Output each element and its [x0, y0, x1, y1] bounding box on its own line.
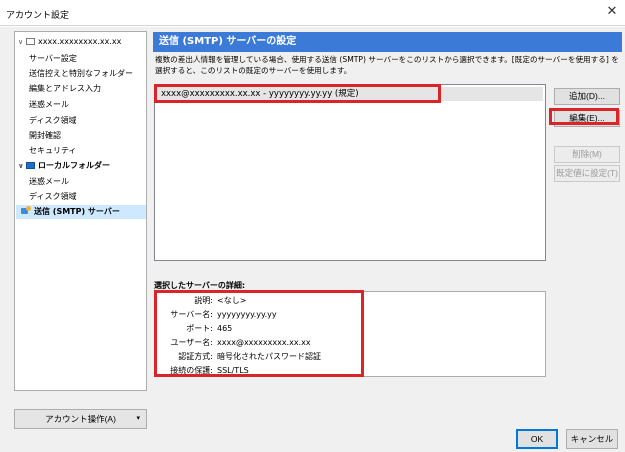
- remove-button[interactable]: 削除(M): [554, 146, 620, 163]
- chevron-down-icon: ▾: [136, 415, 140, 422]
- panel-title: 送信 (SMTP) サーバーの設定: [153, 32, 622, 52]
- detail-value: xxxx@xxxxxxxxx.xx.xx: [217, 338, 311, 347]
- ok-button[interactable]: OK: [516, 429, 558, 449]
- tree-item-smtp-server[interactable]: 送信 (SMTP) サーバー: [16, 205, 146, 219]
- detail-row-connection-security: 接続の保護: SSL/TLS: [155, 364, 547, 377]
- detail-label: 認証方式:: [178, 352, 213, 361]
- tree-item-security[interactable]: セキュリティ: [15, 144, 77, 158]
- detail-value: 465: [217, 324, 233, 333]
- detail-row-server-name: サーバー名: yyyyyyyy.yy.yy: [155, 308, 547, 321]
- local-folders-icon: [26, 162, 35, 169]
- panel-description: 複数の差出人情報を管理している場合、使用する送信 (SMTP) サーバーをこのリ…: [155, 55, 619, 75]
- window-title: アカウント設定: [6, 11, 70, 21]
- list-item[interactable]: xxxx@xxxxxxxxx.xx.xx - yyyyyyyy.yy.yy (規…: [157, 87, 543, 101]
- tree-item-composition[interactable]: 編集とアドレス入力: [15, 82, 101, 96]
- detail-row-auth-method: 認証方式: 暗号化されたパスワード認証: [155, 350, 547, 363]
- cancel-button[interactable]: キャンセル: [566, 429, 618, 449]
- tree-item-return-receipts[interactable]: 開封確認: [15, 129, 61, 143]
- tree-item-label: ディスク領域: [29, 192, 77, 201]
- account-actions-label: アカウント操作(A): [45, 414, 116, 424]
- detail-value: 暗号化されたパスワード認証: [217, 352, 321, 361]
- tree-item-local-disk-space[interactable]: ディスク領域: [15, 190, 76, 204]
- tree-item-label: 編集とアドレス入力: [29, 84, 101, 93]
- tree-item-local-junk[interactable]: 迷惑メール: [15, 175, 69, 189]
- tree-item-label: サーバー設定: [29, 54, 77, 63]
- tree-item-label: 送信 (SMTP) サーバー: [34, 207, 120, 216]
- detail-label: サーバー名:: [170, 310, 213, 319]
- tree-item-label: 迷惑メール: [29, 100, 69, 109]
- detail-value: yyyyyyyy.yy.yy: [217, 310, 277, 319]
- dialog-body: ∨ xxxx.xxxxxxxx.xx.xx サーバー設定 送信控えと特別なフォルダ…: [0, 27, 625, 452]
- tree-item-label: 送信控えと特別なフォルダー: [29, 69, 133, 78]
- details-title: 選択したサーバーの詳細:: [154, 281, 246, 290]
- tree-item-label: 開封確認: [29, 131, 61, 140]
- detail-label: 接続の保護:: [170, 366, 213, 375]
- chevron-down-icon[interactable]: ∨: [18, 159, 26, 173]
- set-default-button[interactable]: 既定値に設定(T): [554, 165, 620, 182]
- tree-item-copies-folders[interactable]: 送信控えと特別なフォルダー: [15, 67, 133, 81]
- smtp-server-icon: [21, 206, 31, 215]
- chevron-down-icon[interactable]: ∨: [18, 35, 26, 49]
- smtp-server-list[interactable]: xxxx@xxxxxxxxx.xx.xx - yyyyyyyy.yy.yy (規…: [154, 84, 546, 261]
- tree-item-label: ディスク領域: [29, 116, 77, 125]
- tree-item-server-settings[interactable]: サーバー設定: [15, 52, 77, 66]
- tree-item-disk-space[interactable]: ディスク領域: [15, 114, 76, 128]
- detail-label: 説明:: [194, 296, 213, 305]
- tree-item-local-folders[interactable]: ∨ ローカルフォルダー: [15, 159, 110, 173]
- add-button[interactable]: 追加(D)...: [554, 88, 620, 105]
- tree-item-junk[interactable]: 迷惑メール: [15, 98, 69, 112]
- detail-label: ユーザー名:: [170, 338, 213, 347]
- tree-item-account[interactable]: ∨ xxxx.xxxxxxxx.xx.xx: [15, 35, 121, 49]
- tree-item-label: ローカルフォルダー: [38, 161, 110, 170]
- title-bar: アカウント設定 ✕: [0, 0, 625, 26]
- account-actions-button[interactable]: アカウント操作(A) ▾: [14, 409, 147, 429]
- tree-item-label: 迷惑メール: [29, 177, 69, 186]
- mail-account-icon: [26, 38, 35, 45]
- detail-row-port: ポート: 465: [155, 322, 547, 335]
- close-icon[interactable]: ✕: [603, 3, 621, 21]
- tree-item-label: xxxx.xxxxxxxx.xx.xx: [38, 37, 122, 46]
- detail-row-username: ユーザー名: xxxx@xxxxxxxxx.xx.xx: [155, 336, 547, 349]
- detail-value: <なし>: [217, 296, 247, 305]
- detail-row-description: 説明: <なし>: [155, 294, 547, 307]
- server-details: 説明: <なし> サーバー名: yyyyyyyy.yy.yy ポート: 465 …: [154, 291, 546, 377]
- edit-button[interactable]: 編集(E)...: [554, 110, 620, 127]
- account-tree[interactable]: ∨ xxxx.xxxxxxxx.xx.xx サーバー設定 送信控えと特別なフォルダ…: [14, 31, 147, 391]
- tree-item-label: セキュリティ: [29, 146, 77, 155]
- detail-value: SSL/TLS: [217, 366, 249, 375]
- detail-label: ポート:: [186, 324, 213, 333]
